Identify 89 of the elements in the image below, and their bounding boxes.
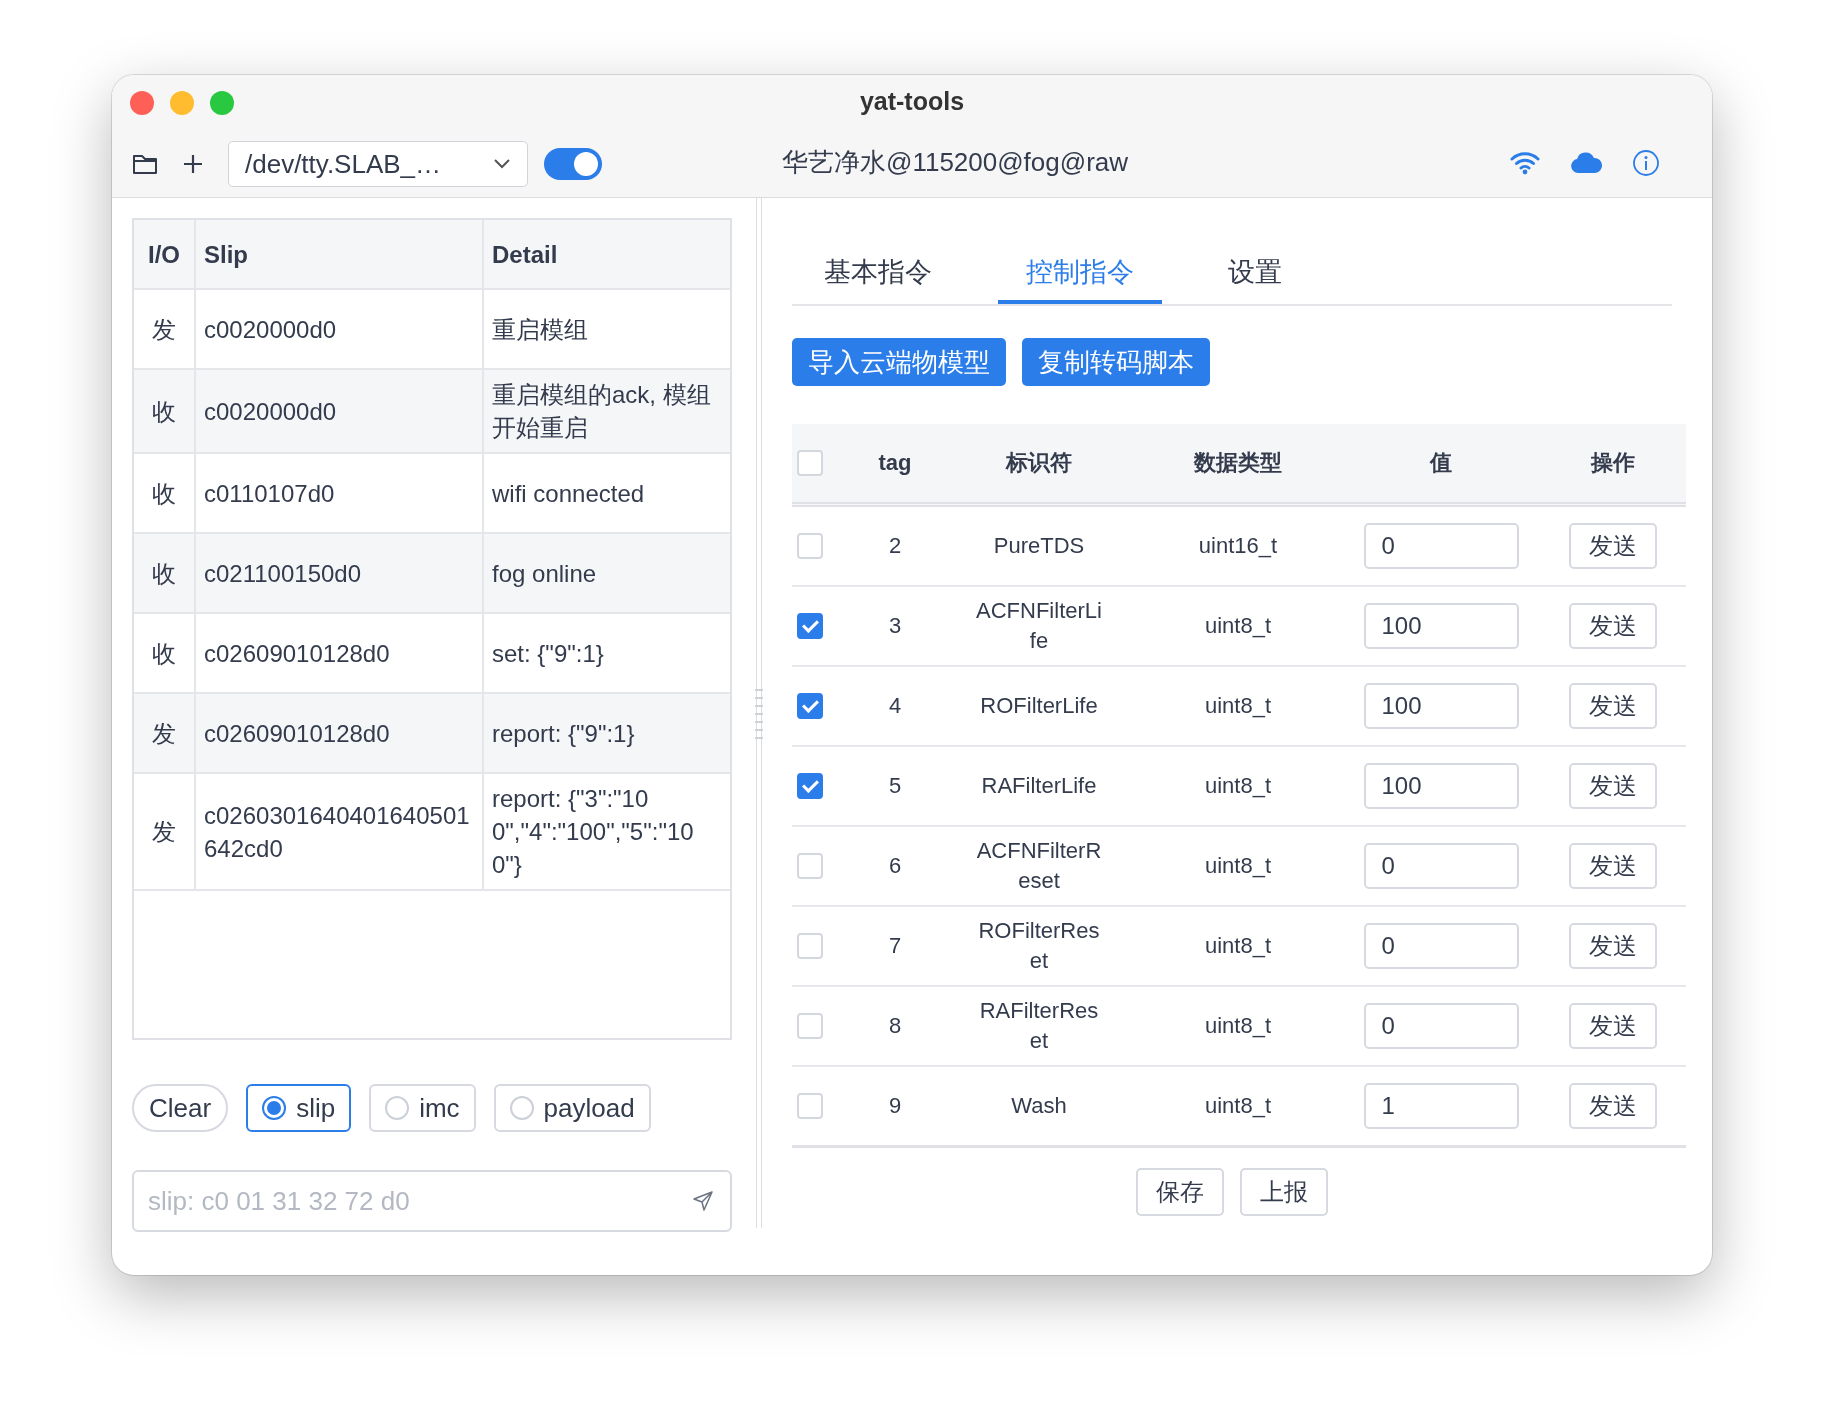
value-field[interactable]: 0 xyxy=(1363,843,1519,889)
table-cell: c021100150d0 xyxy=(195,533,483,613)
send-button[interactable]: 发送 xyxy=(1569,683,1657,729)
footer-button[interactable]: 保存 xyxy=(1136,1168,1224,1216)
send-button[interactable]: 发送 xyxy=(1569,523,1657,569)
plus-icon[interactable] xyxy=(182,153,204,175)
column-header: Detail xyxy=(483,220,730,289)
send-icon[interactable] xyxy=(692,1190,714,1212)
table-cell: 发 xyxy=(134,773,195,890)
table-cell: 重启模组的ack, 模组开始重启 xyxy=(483,369,730,453)
table-cell: uint8_t xyxy=(1134,586,1342,666)
close-button[interactable] xyxy=(130,91,154,115)
window-title: yat-tools xyxy=(859,87,965,116)
value-field[interactable]: 100 xyxy=(1363,603,1519,649)
table-cell: report: {"9":1} xyxy=(483,693,730,773)
table-cell: uint16_t xyxy=(1134,504,1342,586)
table-cell: c0020000d0 xyxy=(195,369,483,453)
table-cell: uint8_t xyxy=(1134,906,1342,986)
table-cell: uint8_t xyxy=(1134,826,1342,906)
column-header: I/O xyxy=(134,220,195,289)
send-button[interactable]: 发送 xyxy=(1569,1003,1657,1049)
table-cell: RAFilterLife xyxy=(944,746,1134,826)
device-label: 华艺净水@115200@fog@raw xyxy=(782,146,1129,179)
table-cell: Wash xyxy=(944,1066,1134,1147)
table-cell: fog online xyxy=(483,533,730,613)
table-cell: 4 xyxy=(846,666,944,746)
table-cell: c02609010128d0 xyxy=(195,693,483,773)
table-cell: ACFNFilterReset xyxy=(944,826,1134,906)
checkbox[interactable] xyxy=(797,773,823,799)
tab[interactable]: 控制指令 xyxy=(998,244,1162,304)
column-header: 数据类型 xyxy=(1134,424,1342,505)
table-cell: 3 xyxy=(846,586,944,666)
message-field[interactable]: slip: c0 01 31 32 72 d0 xyxy=(132,1170,732,1232)
table-cell: ACFNFilterLife xyxy=(944,586,1134,666)
column-header: 标识符 xyxy=(944,424,1134,505)
minimize-button[interactable] xyxy=(170,91,194,115)
table-cell: uint8_t xyxy=(1134,746,1342,826)
send-button[interactable]: 发送 xyxy=(1569,923,1657,969)
send-button[interactable]: 发送 xyxy=(1569,603,1657,649)
checkbox[interactable] xyxy=(797,613,823,639)
table-cell: 9 xyxy=(846,1066,944,1147)
table-cell: RAFilterReset xyxy=(944,986,1134,1066)
tab[interactable]: 基本指令 xyxy=(796,244,960,304)
zoom-button[interactable] xyxy=(210,91,234,115)
radio-button[interactable] xyxy=(262,1096,287,1120)
table-cell: 7 xyxy=(846,906,944,986)
send-button[interactable]: 发送 xyxy=(1569,843,1657,889)
connection-toggle[interactable] xyxy=(544,148,602,180)
table-cell: 收 xyxy=(134,533,195,613)
footer-button[interactable]: 上报 xyxy=(1240,1168,1328,1216)
port-dropdown[interactable]: /dev/tty.SLAB_… xyxy=(228,141,528,187)
send-button[interactable]: 发送 xyxy=(1569,1083,1657,1129)
table-cell: uint8_t xyxy=(1134,666,1342,746)
value-field[interactable]: 100 xyxy=(1363,763,1519,809)
value-field[interactable]: 1 xyxy=(1363,1083,1519,1129)
column-header: 值 xyxy=(1342,424,1540,505)
table-cell: 5 xyxy=(846,746,944,826)
checkbox[interactable] xyxy=(797,693,823,719)
clear-button[interactable]: Clear xyxy=(132,1084,229,1132)
wifi-icon xyxy=(1510,151,1540,175)
table-cell: uint8_t xyxy=(1134,986,1342,1066)
value-field[interactable]: 0 xyxy=(1363,523,1519,569)
table-cell: c0260301640401640501642cd0 xyxy=(195,773,483,890)
table-cell: PureTDS xyxy=(944,504,1134,586)
table-cell: 6 xyxy=(846,826,944,906)
value-field[interactable]: 0 xyxy=(1363,923,1519,969)
cloud-icon xyxy=(1570,152,1602,174)
column-header: 操作 xyxy=(1540,424,1686,505)
action-button[interactable]: 导入云端物模型 xyxy=(792,338,1006,386)
chevron-down-icon xyxy=(493,158,511,170)
table-cell: uint8_t xyxy=(1134,1066,1342,1147)
table-cell: 8 xyxy=(846,986,944,1066)
table-cell: ROFilterReset xyxy=(944,906,1134,986)
format-option[interactable]: slip xyxy=(246,1084,352,1132)
info-icon[interactable] xyxy=(1632,149,1660,177)
table-cell: 收 xyxy=(134,369,195,453)
action-button[interactable]: 复制转码脚本 xyxy=(1022,338,1210,386)
table-cell: 2 xyxy=(846,504,944,586)
table-cell: 发 xyxy=(134,693,195,773)
folder-icon[interactable] xyxy=(132,153,158,175)
format-option[interactable]: imc xyxy=(369,1084,476,1132)
column-header: Slip xyxy=(195,220,483,289)
column-header: tag xyxy=(846,424,944,505)
send-button[interactable]: 发送 xyxy=(1569,763,1657,809)
format-option[interactable]: payload xyxy=(493,1084,651,1132)
value-field[interactable]: 100 xyxy=(1363,683,1519,729)
tab[interactable]: 设置 xyxy=(1200,244,1310,304)
value-field[interactable]: 0 xyxy=(1363,1003,1519,1049)
table-cell: ROFilterLife xyxy=(944,666,1134,746)
